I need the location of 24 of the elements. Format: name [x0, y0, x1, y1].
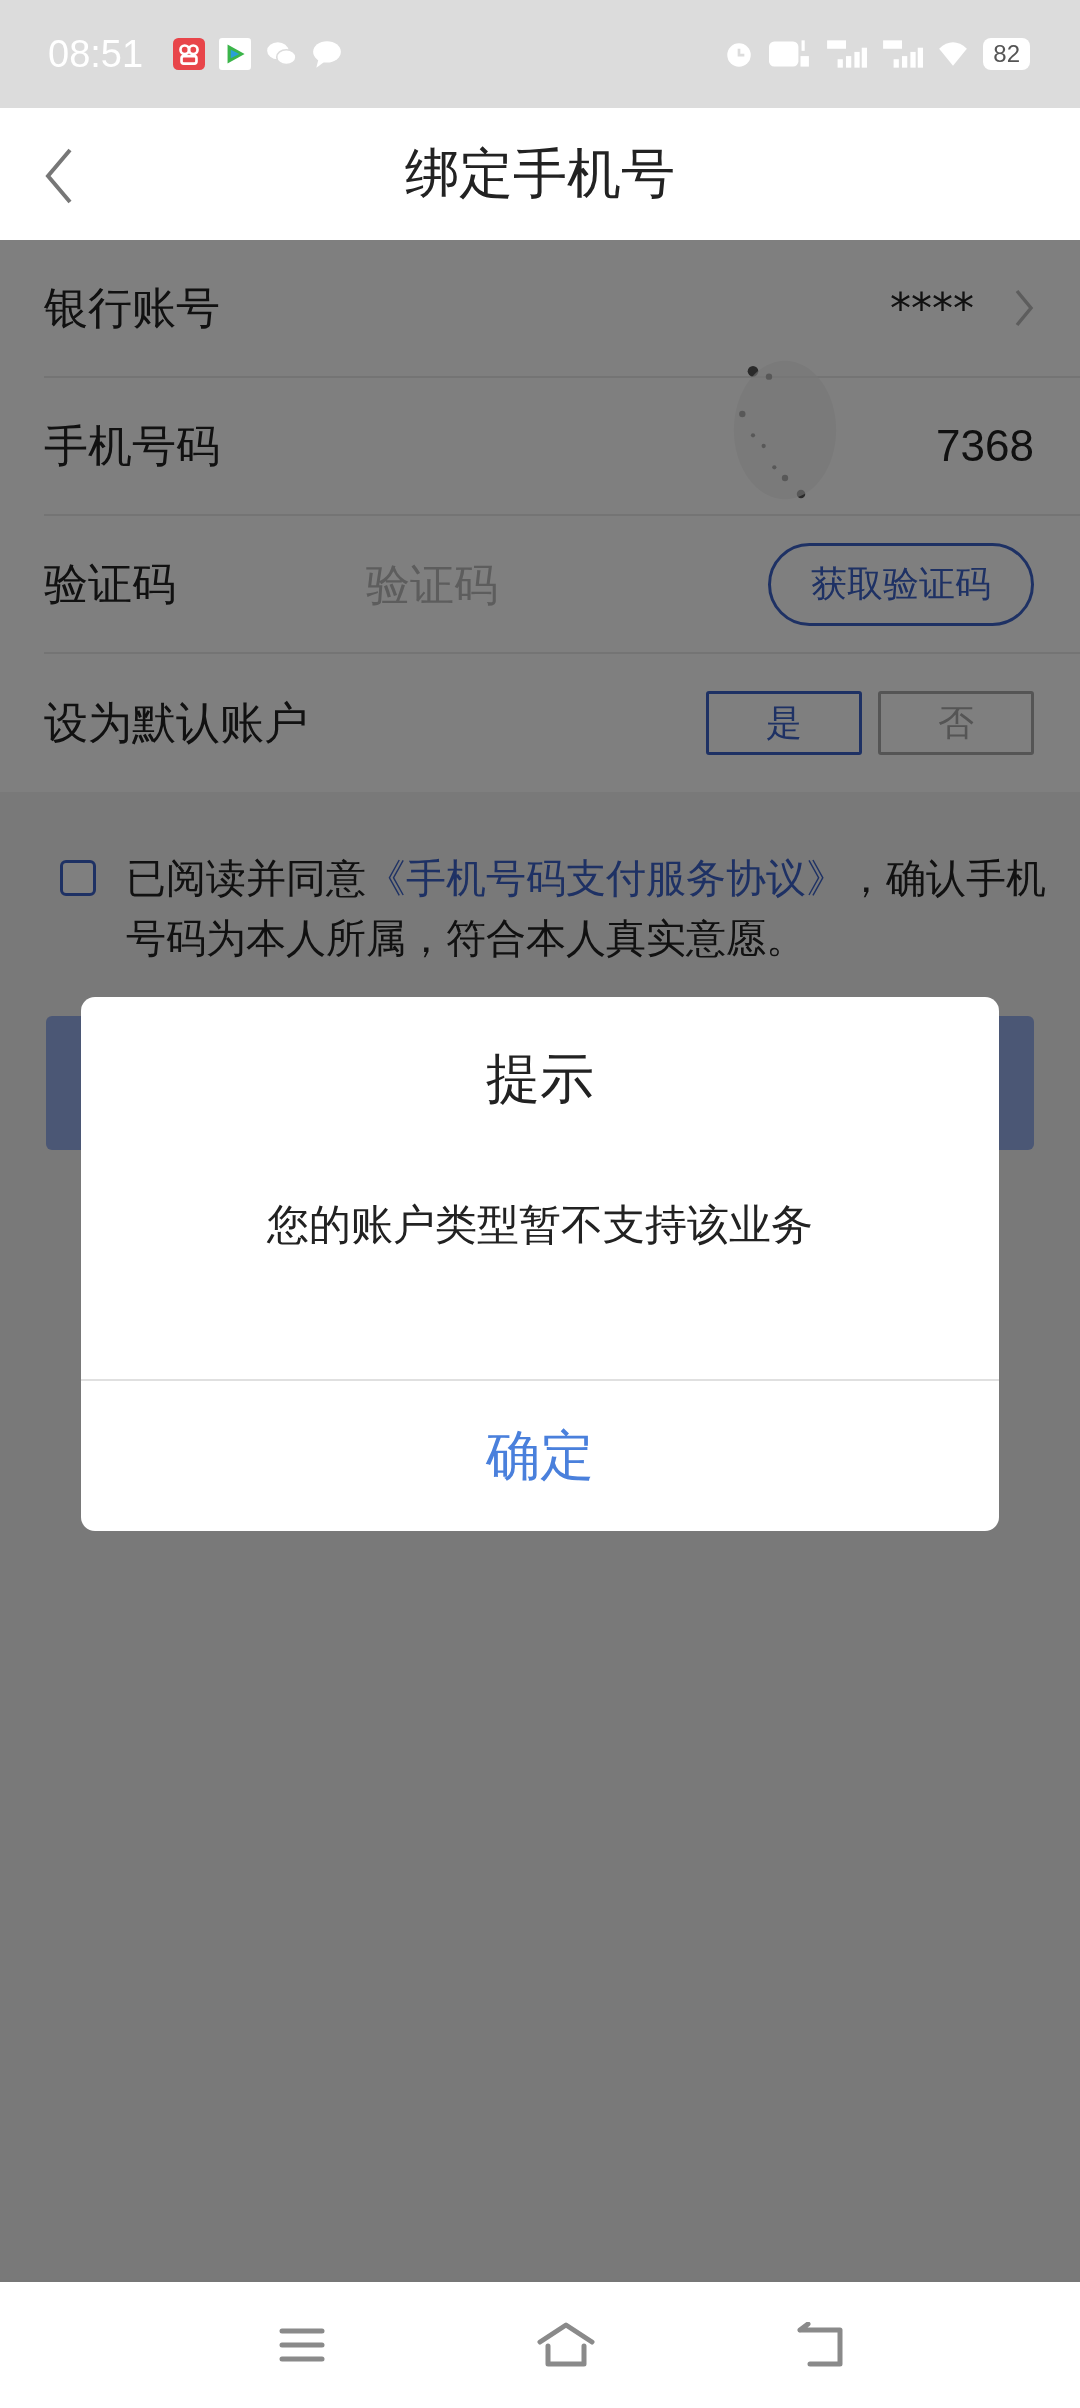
agreement-link[interactable]: 《手机号码支付服务协议》: [366, 855, 846, 901]
field-label: 银行账号: [44, 280, 220, 335]
video-app-icon: [173, 38, 206, 70]
field-label: 设为默认账户: [44, 695, 308, 750]
battery-level: 82: [983, 38, 1030, 70]
home-icon[interactable]: [536, 2322, 596, 2368]
field-label: 验证码: [44, 556, 176, 611]
dialog-title: 提示: [485, 1046, 595, 1112]
confirm-button[interactable]: 确定: [81, 1381, 999, 1531]
agreement-checkbox[interactable]: [60, 860, 96, 896]
back-icon[interactable]: [44, 148, 74, 204]
page-title: 绑定手机号: [405, 140, 675, 207]
get-code-button[interactable]: 获取验证码: [768, 542, 1034, 626]
option-button[interactable]: 是: [706, 691, 862, 755]
signal-icon: [825, 38, 868, 70]
account-value: ****: [890, 283, 974, 333]
field-label: 手机号码: [44, 418, 220, 473]
agreement-text: 已阅读并同意《手机号码支付服务协议》，确认手机号码为本人所属，符合本人真实意愿。: [126, 854, 1047, 963]
signal-icon: [881, 38, 924, 70]
message-icon: [311, 38, 344, 70]
phone-value: 7368: [936, 421, 1034, 471]
dialog-message: 您的账户类型暂不支持该业务: [81, 1153, 999, 1381]
back-icon[interactable]: [796, 2322, 846, 2368]
play-app-icon: [219, 38, 252, 70]
